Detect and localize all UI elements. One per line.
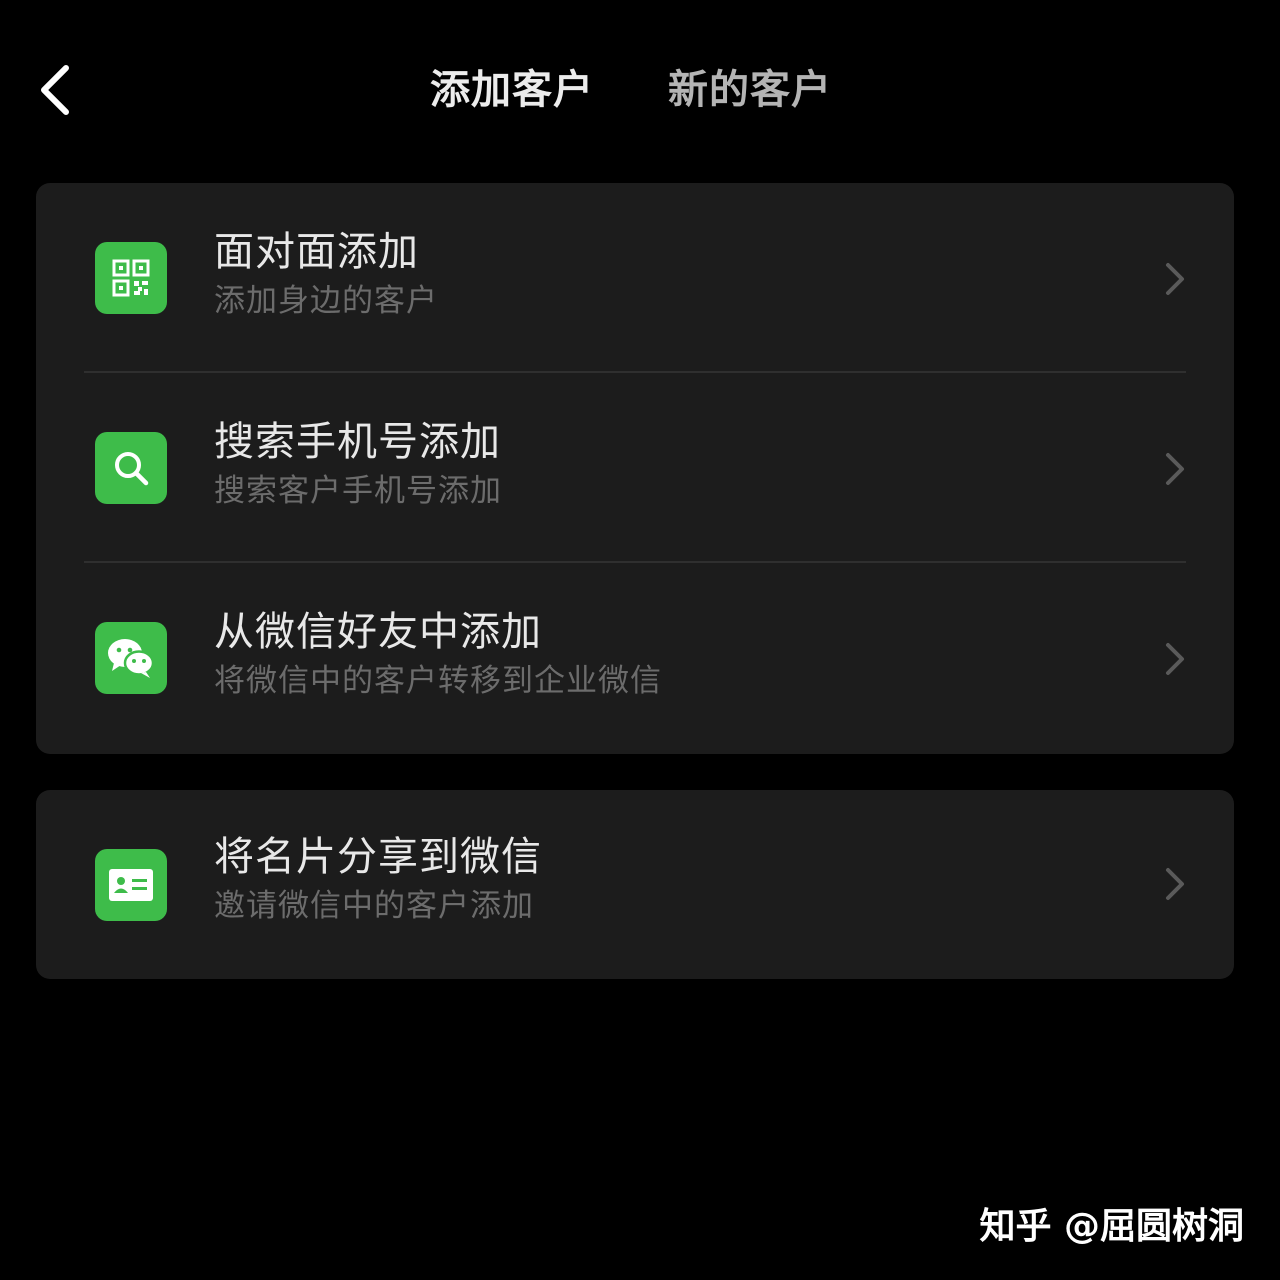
item-title: 面对面添加 <box>214 229 419 275</box>
list-item-share-business-card[interactable]: 将名片分享到微信 邀请微信中的客户添加 <box>36 790 1234 980</box>
item-title: 搜索手机号添加 <box>214 419 501 465</box>
back-button[interactable] <box>30 58 86 122</box>
tab-add-customer[interactable]: 添加客户 <box>430 62 594 118</box>
business-card-icon <box>95 849 167 921</box>
chevron-right-icon <box>1166 643 1184 675</box>
search-icon <box>95 432 167 504</box>
chevron-left-icon <box>41 65 69 115</box>
item-subtitle: 添加身边的客户 <box>214 283 438 319</box>
item-subtitle: 邀请微信中的客户添加 <box>214 888 534 924</box>
top-nav-bar: 添加客户 新的客户 <box>0 0 1280 180</box>
item-subtitle: 将微信中的客户转移到企业微信 <box>214 663 662 699</box>
tab-new-customers[interactable]: 新的客户 <box>668 62 832 118</box>
item-title: 从微信好友中添加 <box>214 609 542 655</box>
item-title: 将名片分享到微信 <box>214 834 542 880</box>
zhihu-watermark: 知乎 @屈圆树洞 <box>979 1206 1244 1247</box>
list-item-face-to-face[interactable]: 面对面添加 添加身边的客户 <box>36 183 1234 373</box>
list-item-wechat-friends[interactable]: 从微信好友中添加 将微信中的客户转移到企业微信 <box>36 563 1234 753</box>
chevron-right-icon <box>1166 868 1184 900</box>
list-item-search-phone[interactable]: 搜索手机号添加 搜索客户手机号添加 <box>36 373 1234 563</box>
item-subtitle: 搜索客户手机号添加 <box>214 473 502 509</box>
chevron-right-icon <box>1166 263 1184 295</box>
wechat-icon <box>95 622 167 694</box>
chevron-right-icon <box>1166 453 1184 485</box>
qr-code-icon <box>95 242 167 314</box>
add-methods-card: 面对面添加 添加身边的客户 搜索手机号添加 搜索客户手机号添加 从微信好友中添加… <box>36 183 1234 754</box>
share-card-section: 将名片分享到微信 邀请微信中的客户添加 <box>36 790 1234 979</box>
